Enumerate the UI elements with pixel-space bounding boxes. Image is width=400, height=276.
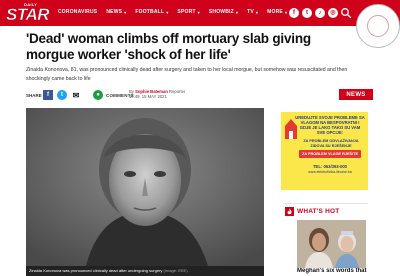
caption-text: Zinaida Kononova was pronounced clinical… [29, 268, 163, 273]
nav-item-football[interactable]: FOOTBALL ▾ [135, 9, 168, 15]
comments-icon[interactable]: ● [93, 90, 103, 100]
chevron-down-icon: ▾ [166, 9, 169, 15]
nav-item-news[interactable]: NEWS ▾ [106, 9, 126, 15]
photo-caption: Zinaida Kononova was pronounced clinical… [26, 266, 264, 276]
share-label: SHARE [26, 93, 42, 98]
share-facebook-icon[interactable]: f [43, 90, 53, 100]
royals-photo [297, 220, 366, 268]
nav-item-label: CORONAVIRUS [58, 9, 98, 15]
share-twitter-icon[interactable]: t [57, 90, 67, 100]
ad-url[interactable]: www.elektrofizika-ilinoise.ba [299, 170, 361, 174]
logo-star-text: STAR [6, 5, 50, 24]
nav-item-coronavirus[interactable]: CORONAVIRUS [58, 9, 97, 15]
caption-source: (Image: EEE) [163, 268, 188, 273]
whats-hot-image[interactable] [297, 220, 366, 268]
section-badge[interactable]: NEWS [339, 89, 373, 100]
nav-item-sport[interactable]: SPORT ▾ [177, 9, 199, 15]
ad-button[interactable]: ZA PROBLEM VLAGE RJEŠITE [299, 150, 361, 158]
ad-subline: ZA PROBLEM ODVLAŽIVANJA ZIDOVA SU RJEŠEN… [303, 139, 359, 148]
ad-headline: UREDUJTE SVOJE PROBLEME SA VLAGOM NA BES… [295, 115, 365, 135]
chevron-down-icon: ▾ [197, 9, 200, 15]
chevron-down-icon: ▾ [284, 9, 288, 15]
nav-item-label: TV [247, 9, 254, 15]
advertisement[interactable]: UREDUJTE SVOJE PROBLEME SA VLAGOM NA BES… [281, 112, 368, 190]
main-nav: CORONAVIRUS NEWS ▾ FOOTBALL ▾ SPORT ▾ SHOWBIZ ▾ T… [58, 9, 287, 15]
publish-date: 19:49, 15 MAY 2021 [129, 94, 167, 99]
instagram-icon[interactable]: ◎ [328, 8, 338, 18]
article-headline: 'Dead' woman climbs off mortuary slab gi… [26, 31, 311, 62]
whats-hot-title: WHAT'S HOT [297, 208, 340, 215]
article-photo [26, 108, 264, 266]
whats-hot-headline[interactable]: Meghan's six words that [297, 268, 369, 274]
site-header: DAILY STAR CORONAVIRUS NEWS ▾ FOOTBALL ▾ SPOR… [0, 0, 400, 26]
share-email-icon[interactable]: ✉ [71, 90, 81, 100]
article-standfirst: Zinaida Kononova, 81, was pronounced cli… [26, 67, 348, 82]
nav-item-more[interactable]: MORE ▾ [267, 9, 287, 15]
author-role: Reporter [169, 89, 186, 94]
portrait-image [26, 108, 264, 266]
chevron-down-icon: ▾ [235, 9, 239, 15]
flame-icon [285, 207, 294, 216]
twitter-icon[interactable]: t [302, 8, 312, 18]
chevron-down-icon: ▾ [124, 9, 127, 15]
dial-inner-ring [367, 15, 389, 37]
nav-item-label: MORE [267, 9, 283, 15]
facebook-icon[interactable]: f [289, 8, 299, 18]
nav-item-showbiz[interactable]: SHOWBIZ ▾ [209, 9, 238, 15]
chevron-down-icon: ▾ [255, 9, 259, 15]
whats-hot-panel: WHAT'S HOT Meghan's six words that [283, 203, 368, 276]
share-bar: SHARE f t ✉ ● COMMENTS By Sophie Bateman… [26, 89, 373, 101]
nav-item-label: FOOTBALL [135, 9, 165, 15]
ad-phone: TEL: 063/393-000 [313, 164, 347, 169]
search-icon[interactable] [340, 7, 352, 19]
nav-item-label: SHOWBIZ [208, 9, 234, 15]
loading-dial-icon [356, 4, 400, 48]
nav-item-label: SPORT [177, 9, 196, 15]
daily-star-logo[interactable]: DAILY STAR [4, 2, 50, 24]
social-links: f t ♪ ◎ [289, 8, 338, 18]
tiktok-icon[interactable]: ♪ [315, 8, 325, 18]
byline: By Sophie Bateman Reporter 19:49, 15 MAY… [129, 89, 185, 99]
nav-item-label: NEWS [106, 9, 123, 15]
nav-item-tv[interactable]: TV ▾ [247, 9, 258, 15]
